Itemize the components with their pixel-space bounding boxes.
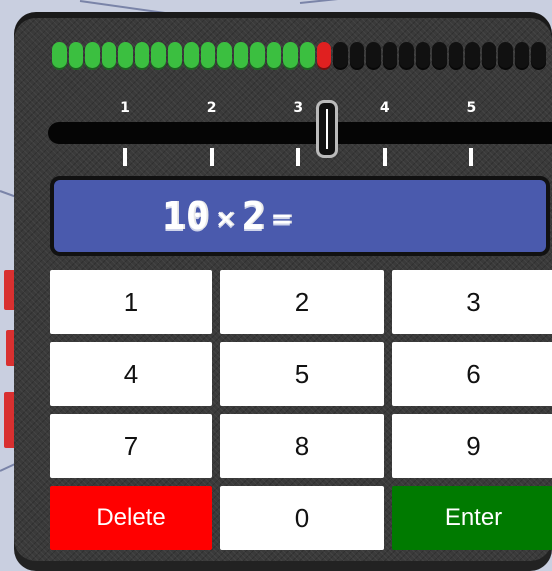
key-4[interactable]: 4	[50, 342, 212, 406]
progress-segment	[217, 42, 232, 70]
progress-segment	[283, 42, 298, 70]
slider-track[interactable]	[48, 122, 552, 144]
progress-segment	[167, 42, 183, 70]
slider-tick-label: 1	[120, 100, 130, 116]
progress-segment	[333, 42, 348, 70]
progress-segment	[399, 42, 414, 70]
key-8[interactable]: 8	[220, 414, 384, 478]
operand-2: 2	[242, 194, 266, 238]
progress-segment	[514, 42, 530, 70]
key-1[interactable]: 1	[50, 270, 212, 334]
progress-segment	[68, 42, 84, 70]
key-2[interactable]: 2	[220, 270, 384, 334]
key-6[interactable]: 6	[392, 342, 552, 406]
slider-tick-label: 5	[466, 100, 477, 116]
quiz-panel: 123456 10×2= 1 2 3 4 5 6 7 8 9 Delete 0 …	[14, 12, 552, 571]
progress-segment	[250, 42, 265, 70]
number-keypad: 1 2 3 4 5 6 7 8 9 Delete 0 Enter	[50, 270, 552, 550]
operator-symbol: ×	[215, 199, 237, 237]
progress-segment	[118, 42, 133, 70]
progress-segment	[101, 42, 117, 70]
progress-segment	[233, 42, 249, 70]
progress-segment	[382, 42, 398, 70]
progress-segment	[266, 42, 282, 70]
delete-button[interactable]: Delete	[50, 486, 212, 550]
difficulty-slider[interactable]: 123456	[44, 92, 552, 172]
equals-symbol: =	[271, 199, 293, 237]
progress-segment	[465, 42, 480, 70]
key-5[interactable]: 5	[220, 342, 384, 406]
progress-segment	[299, 42, 315, 70]
progress-segment	[316, 42, 332, 70]
progress-segment	[366, 42, 381, 70]
progress-segment	[448, 42, 464, 70]
slider-tick-label: 2	[206, 100, 217, 116]
progress-segment	[200, 42, 216, 70]
key-9[interactable]: 9	[392, 414, 552, 478]
progress-segment	[531, 42, 546, 70]
slider-thumb[interactable]	[315, 100, 338, 158]
progress-led-bar	[46, 32, 552, 76]
key-3[interactable]: 3	[392, 270, 552, 334]
slider-tick-mark	[296, 148, 301, 166]
progress-segment	[481, 42, 497, 70]
progress-segment	[151, 42, 166, 70]
background-line	[299, 0, 460, 4]
progress-segment	[85, 42, 100, 70]
slider-tick-label: 4	[379, 100, 390, 116]
progress-segment	[349, 42, 365, 70]
enter-button[interactable]: Enter	[392, 486, 552, 550]
progress-segment	[415, 42, 431, 70]
slider-tick-mark	[123, 148, 127, 166]
progress-segment	[498, 42, 513, 70]
operand-1: 10	[162, 194, 210, 238]
key-0[interactable]: 0	[220, 486, 384, 550]
progress-segment	[134, 42, 150, 70]
key-7[interactable]: 7	[50, 414, 212, 478]
slider-tick-mark	[209, 148, 214, 166]
slider-tick-label: 3	[293, 100, 304, 116]
equation-display: 10 × 2 =	[50, 176, 550, 256]
progress-segment	[52, 42, 67, 70]
progress-segment	[184, 42, 199, 70]
equation-text: 10 × 2 =	[162, 194, 298, 238]
slider-tick-mark	[469, 148, 474, 166]
slider-tick-mark	[382, 148, 387, 166]
progress-segment	[432, 42, 447, 70]
